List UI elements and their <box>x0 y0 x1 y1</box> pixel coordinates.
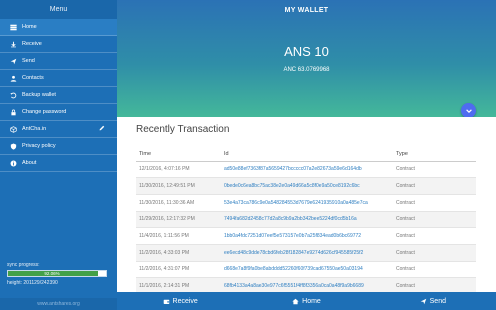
tx-type: Contract <box>393 261 476 279</box>
column-header-type: Type <box>393 147 476 162</box>
anc-balance: ANC 63.0769968 <box>283 67 330 73</box>
sidebar-item-label: Backup wallet <box>22 92 56 98</box>
sidebar-item-label: Privacy policy <box>22 143 56 149</box>
chevron-down-icon <box>465 108 472 113</box>
transactions-title: Recently Transaction <box>136 124 230 135</box>
sidebar-item-backup-wallet[interactable]: Backup wallet <box>0 87 117 104</box>
menu-list-icon <box>6 24 20 31</box>
contacts-icon <box>6 75 20 82</box>
tx-time: 11/4/2016, 1:11:56 PM <box>136 227 221 245</box>
sidebar-item-privacy-policy[interactable]: Privacy policy <box>0 138 117 155</box>
sidebar-item-contacts[interactable]: Contacts <box>0 70 117 87</box>
tx-type: Contract <box>393 161 476 179</box>
bottom-action-bar: Receive Home Send <box>117 292 496 310</box>
send-icon <box>6 58 20 65</box>
send-icon <box>420 298 426 304</box>
sidebar-item-home[interactable]: Home <box>0 19 117 36</box>
info-icon <box>6 160 20 167</box>
sidebar-item-label: Receive <box>22 41 42 47</box>
block-height-label: height: 201129/242390 <box>7 280 58 286</box>
sidebar-item-about[interactable]: About <box>0 155 117 172</box>
sidebar-item-send[interactable]: Send <box>0 53 117 70</box>
tx-id-link[interactable]: 7494fa682d2458c77d2a8c9b9a2bb342bee5224d… <box>221 211 393 229</box>
table-row[interactable]: 11/4/2016, 1:11:56 PM 1bb0a4fdc7251d07ee… <box>136 227 476 245</box>
sidebar-item-label: Home <box>22 24 37 30</box>
send-button-label: Send <box>429 297 446 305</box>
receive-icon <box>6 41 20 48</box>
table-header-row: Time Id Type <box>136 147 476 162</box>
home-icon <box>292 298 299 304</box>
wallet-header: MY WALLET ANS 10 ANC 63.0769968 <box>117 0 496 118</box>
tx-time: 11/30/2016, 12:49:51 PM <box>136 177 221 195</box>
sidebar-item-label: Send <box>22 58 35 64</box>
tx-id-link[interactable]: 1bb0a4fdc7251d07eef5e573157e0b7a25f834ea… <box>221 227 393 245</box>
sync-progress-percent: 92.06% <box>44 271 60 276</box>
sidebar-item-antchain[interactable]: AntCha.in <box>0 121 117 138</box>
expand-button[interactable] <box>461 103 476 118</box>
table-row[interactable]: 11/2/2016, 4:31:07 PM d668e7a8f9fa0be8ab… <box>136 261 476 279</box>
tx-type: Contract <box>393 211 476 229</box>
tx-time: 12/1/2016, 4:07:16 PM <box>136 161 221 179</box>
receive-button[interactable]: Receive <box>117 298 243 305</box>
sidebar-item-change-password[interactable]: Change password <box>0 104 117 121</box>
sidebar-item-label: Contacts <box>22 75 44 81</box>
table-row[interactable]: 11/30/2016, 11:30:36 AM 53e4a73ca786c9e0… <box>136 194 476 212</box>
table-row[interactable]: 11/30/2016, 12:49:51 PM 0bede0c6ea8bc75a… <box>136 177 476 195</box>
tx-id-link[interactable]: ee6ecd48c9dde78cbd6feb28f182847e9274d626… <box>221 244 393 262</box>
send-button[interactable]: Send <box>370 298 496 305</box>
lock-icon <box>6 109 20 116</box>
shield-icon <box>6 143 20 150</box>
receive-button-label: Receive <box>172 297 198 305</box>
home-button-label: Home <box>302 297 321 305</box>
tx-time: 11/30/2016, 11:30:36 AM <box>136 194 221 212</box>
tx-type: Contract <box>393 194 476 212</box>
website-link[interactable]: www.antshares.org <box>0 298 117 310</box>
home-button[interactable]: Home <box>243 298 369 305</box>
sidebar-item-label: AntCha.in <box>22 126 47 132</box>
backup-icon <box>6 92 20 99</box>
sidebar-menu: Menu Home Receive Send Contacts Backup w… <box>0 0 117 310</box>
sidebar-item-label: Change password <box>22 109 67 115</box>
tx-type: Contract <box>393 227 476 245</box>
tx-id-link[interactable]: d668e7a8f9fa0be8abdddd52260f60f739cad675… <box>221 261 393 279</box>
tx-time: 11/2/2016, 4:33:03 PM <box>136 244 221 262</box>
transactions-table: Time Id Type 12/1/2016, 4:07:16 PM ad50e… <box>136 147 476 295</box>
sync-progress-label: sync progress: <box>7 262 40 268</box>
pencil-icon[interactable] <box>99 125 105 133</box>
cube-icon <box>6 125 20 133</box>
ans-balance: ANS 10 <box>284 44 329 59</box>
tx-time: 11/29/2016, 12:17:32 PM <box>136 211 221 229</box>
column-header-time: Time <box>136 147 221 162</box>
tx-id-link[interactable]: 53e4a73ca786c9e0a548284553d7679e62419359… <box>221 194 393 212</box>
column-header-id: Id <box>221 147 393 162</box>
sync-progress-bar: 92.06% <box>7 270 107 277</box>
sync-status: sync progress: 92.06% height: 201129/242… <box>7 262 110 286</box>
recent-transactions-panel: Recently Transaction Time Id Type 12/1/2… <box>117 117 496 295</box>
table-row[interactable]: 11/2/2016, 4:33:03 PM ee6ecd48c9dde78cbd… <box>136 244 476 262</box>
tx-time: 11/2/2016, 4:31:07 PM <box>136 261 221 279</box>
wallet-icon <box>163 299 169 304</box>
tx-type: Contract <box>393 244 476 262</box>
menu-title: Menu <box>0 0 117 19</box>
sidebar-item-receive[interactable]: Receive <box>0 36 117 53</box>
tx-type: Contract <box>393 177 476 195</box>
page-title: MY WALLET <box>284 7 329 14</box>
tx-id-link[interactable]: 0bede0c6ea8bc75ac38e2e0a49d66a5c8f0e9a50… <box>221 177 393 195</box>
sidebar-item-label: About <box>22 160 37 166</box>
table-row[interactable]: 11/29/2016, 12:17:32 PM 7494fa682d2458c7… <box>136 211 476 229</box>
table-row[interactable]: 12/1/2016, 4:07:16 PM ad50e88ef7363f87a5… <box>136 161 476 179</box>
tx-id-link[interactable]: ad50e88ef7363f87a5659427bccccc07a2e82673… <box>221 161 393 179</box>
